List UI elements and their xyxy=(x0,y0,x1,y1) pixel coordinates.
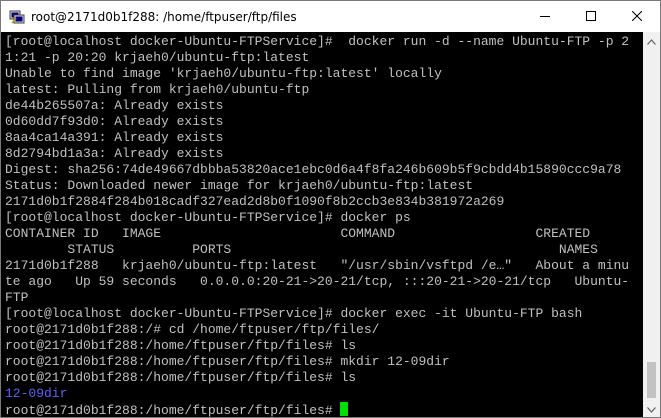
minimize-icon xyxy=(540,8,550,26)
scrollbar-thumb[interactable] xyxy=(647,362,656,398)
terminal-line: [root@localhost docker-Ubuntu-FTPService… xyxy=(5,34,630,49)
terminal-line: 1:21 -p 20:20 krjaeh0/ubuntu-ftp:latest xyxy=(5,50,310,65)
scroll-up-arrow-icon xyxy=(647,32,656,50)
terminal-line: te ago Up 59 seconds 0.0.0.0:20-21->20-2… xyxy=(5,274,630,289)
window-title: root@2171d0b1f288: /home/ftpuser/ftp/fil… xyxy=(31,9,297,24)
terminal-line: root@2171d0b1f288:/# cd /home/ftpuser/ft… xyxy=(5,322,380,337)
vertical-scrollbar[interactable] xyxy=(643,32,660,417)
scroll-up-button[interactable] xyxy=(643,32,660,49)
terminal-line: latest: Pulling from krjaeh0/ubuntu-ftp xyxy=(5,82,310,97)
terminal-line: Unable to find image 'krjaeh0/ubuntu-ftp… xyxy=(5,66,442,81)
terminal-line: 0d60dd7f93d0: Already exists xyxy=(5,114,224,129)
terminal-line: root@2171d0b1f288:/home/ftpuser/ftp/file… xyxy=(5,354,450,369)
terminal-line: root@2171d0b1f288:/home/ftpuser/ftp/file… xyxy=(5,338,357,353)
prompt-text: root@2171d0b1f288:/home/ftpuser/ftp/file… xyxy=(5,403,341,417)
minimize-button[interactable] xyxy=(522,1,568,32)
scroll-down-arrow-icon xyxy=(647,400,656,418)
terminal-line: 2171d0b1f288 krjaeh0/ubuntu-ftp:latest "… xyxy=(5,258,630,273)
terminal-lines: [root@localhost docker-Ubuntu-FTPService… xyxy=(5,34,629,417)
terminal-line: [root@localhost docker-Ubuntu-FTPService… xyxy=(5,210,411,225)
maximize-icon xyxy=(586,8,596,26)
scroll-down-button[interactable] xyxy=(643,400,660,417)
terminal-line: Digest: sha256:74de49667dbbba53820ace1eb… xyxy=(5,162,622,177)
terminal-line: de44b265507a: Already exists xyxy=(5,98,224,113)
maximize-button[interactable] xyxy=(568,1,614,32)
window-controls xyxy=(522,1,660,32)
terminal-line: STATUS PORTS NAMES xyxy=(5,242,598,257)
terminal-line: 2171d0b1f2884f284b018cadf327ead2d8b0f109… xyxy=(5,194,505,209)
terminal-line: FTP xyxy=(5,290,29,305)
title-bar[interactable]: root@2171d0b1f288: /home/ftpuser/ftp/fil… xyxy=(1,1,660,32)
terminal-line: [root@localhost docker-Ubuntu-FTPService… xyxy=(5,306,583,321)
close-button[interactable] xyxy=(614,1,660,32)
terminal-prompt-line[interactable]: root@2171d0b1f288:/home/ftpuser/ftp/file… xyxy=(5,402,629,417)
terminal-output[interactable]: [root@localhost docker-Ubuntu-FTPService… xyxy=(1,32,643,417)
terminal-cursor xyxy=(340,402,349,416)
close-icon xyxy=(631,8,643,26)
putty-terminal-icon[interactable] xyxy=(9,9,25,25)
terminal-window: root@2171d0b1f288: /home/ftpuser/ftp/fil… xyxy=(0,0,661,418)
terminal-line: CONTAINER ID IMAGE COMMAND CREATED xyxy=(5,226,591,241)
terminal-line: root@2171d0b1f288:/home/ftpuser/ftp/file… xyxy=(5,370,357,385)
terminal-line: 8d2794bd1a3a: Already exists xyxy=(5,146,224,161)
terminal-line: Status: Downloaded newer image for krjae… xyxy=(5,178,474,193)
terminal-line: 8aa4ca14a391: Already exists xyxy=(5,130,224,145)
directory-listing-entry: 12-09dir xyxy=(5,386,68,401)
